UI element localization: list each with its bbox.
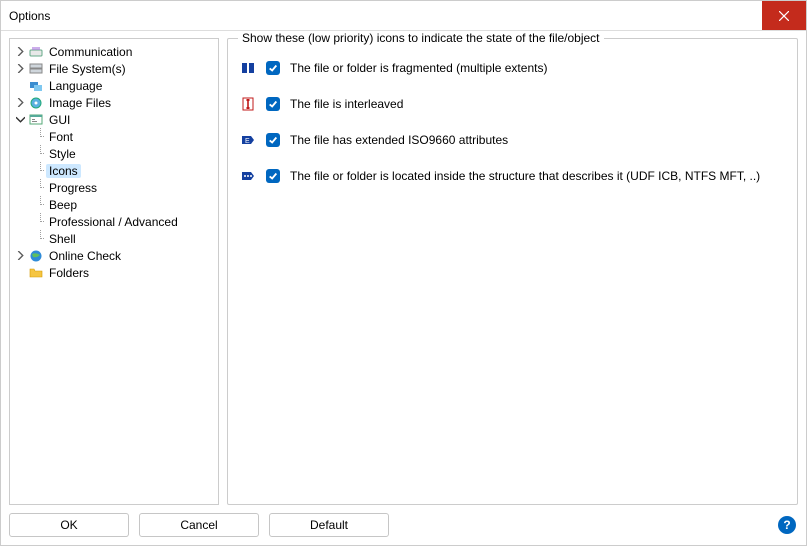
fragmented-icon [240, 60, 256, 76]
inside-icon [240, 168, 256, 184]
option-interleaved: The file is interleaved [240, 95, 785, 113]
dialog-body: Communication File System(s) Language Im… [1, 31, 806, 505]
default-button[interactable]: Default [269, 513, 389, 537]
checkbox-fragmented[interactable] [266, 61, 280, 75]
chevron-right-icon[interactable] [12, 61, 28, 77]
tree-item-gui[interactable]: GUI [12, 111, 216, 128]
tree-item-filesystems[interactable]: File System(s) [12, 60, 216, 77]
option-label: The file or folder is fragmented (multip… [290, 61, 547, 75]
tree-item-icons[interactable]: Icons [12, 162, 216, 179]
interleaved-icon [240, 96, 256, 112]
chevron-right-icon[interactable] [12, 44, 28, 60]
tree-item-folders[interactable]: Folders [12, 264, 216, 281]
option-inside: The file or folder is located inside the… [240, 167, 785, 185]
tree-item-progress[interactable]: Progress [12, 179, 216, 196]
option-fragmented: The file or folder is fragmented (multip… [240, 59, 785, 77]
tree-item-imagefiles[interactable]: Image Files [12, 94, 216, 111]
option-iso9660: E The file has extended ISO9660 attribut… [240, 131, 785, 149]
tree-item-onlinecheck[interactable]: Online Check [12, 247, 216, 264]
tree-item-professional[interactable]: Professional / Advanced [12, 213, 216, 230]
chevron-down-icon[interactable] [12, 112, 28, 128]
language-icon [28, 78, 44, 94]
tree-item-style[interactable]: Style [12, 145, 216, 162]
close-icon [779, 11, 789, 21]
tree-connector-icon [40, 128, 44, 137]
communication-icon [28, 44, 44, 60]
options-dialog: Options Communication File System(s) Lan… [0, 0, 807, 546]
option-label: The file or folder is located inside the… [290, 169, 760, 183]
imagefiles-icon [28, 95, 44, 111]
globe-icon [28, 248, 44, 264]
help-button[interactable]: ? [778, 516, 796, 534]
tree-connector-icon [40, 230, 44, 239]
tree-connector-icon [40, 213, 44, 222]
checkbox-iso9660[interactable] [266, 133, 280, 147]
ok-button[interactable]: OK [9, 513, 129, 537]
titlebar: Options [1, 1, 806, 31]
chevron-right-icon[interactable] [12, 95, 28, 111]
tree-item-communication[interactable]: Communication [12, 43, 216, 60]
tree-item-font[interactable]: Font [12, 128, 216, 145]
tree-item-language[interactable]: Language [12, 77, 216, 94]
iso9660-icon: E [240, 132, 256, 148]
content-panel: Show these (low priority) icons to indic… [227, 38, 798, 505]
navigation-tree[interactable]: Communication File System(s) Language Im… [9, 38, 219, 505]
dialog-footer: OK Cancel Default ? [1, 505, 806, 545]
help-icon: ? [783, 518, 790, 532]
tree-item-shell[interactable]: Shell [12, 230, 216, 247]
filesystem-icon [28, 61, 44, 77]
tree-item-beep[interactable]: Beep [12, 196, 216, 213]
group-title: Show these (low priority) icons to indic… [238, 31, 604, 45]
checkbox-inside[interactable] [266, 169, 280, 183]
tree-connector-icon [40, 196, 44, 205]
chevron-right-icon[interactable] [12, 248, 28, 264]
tree-connector-icon [40, 162, 44, 171]
tree-connector-icon [40, 145, 44, 154]
tree-connector-icon [40, 179, 44, 188]
gui-icon [28, 112, 44, 128]
option-label: The file is interleaved [290, 97, 403, 111]
option-label: The file has extended ISO9660 attributes [290, 133, 508, 147]
svg-text:E: E [245, 138, 250, 145]
window-title: Options [9, 9, 50, 23]
checkbox-interleaved[interactable] [266, 97, 280, 111]
folder-icon [28, 265, 44, 281]
close-button[interactable] [762, 1, 806, 30]
cancel-button[interactable]: Cancel [139, 513, 259, 537]
